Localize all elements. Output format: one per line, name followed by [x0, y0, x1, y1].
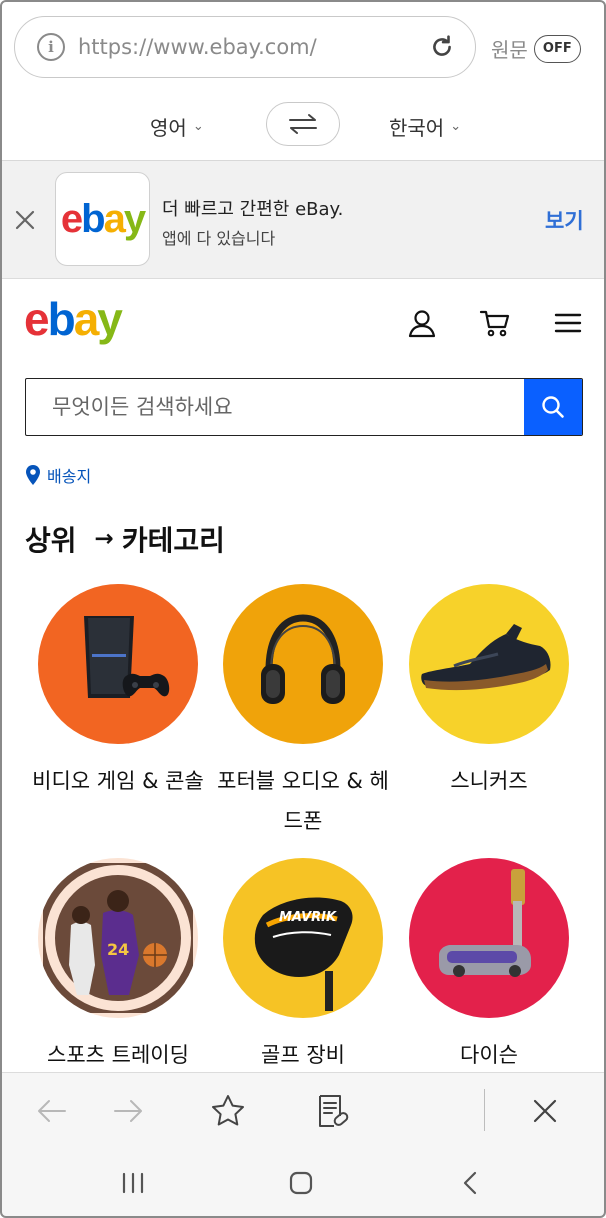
close-icon[interactable]: [10, 205, 40, 235]
browser-toolbar: [2, 1072, 604, 1146]
back-chevron-icon[interactable]: [454, 1166, 488, 1200]
category-label: 포터블 오디오 & 헤드폰: [217, 769, 389, 833]
original-label: 원문: [491, 38, 528, 62]
category-dyson[interactable]: 다이슨: [394, 858, 584, 1075]
section-title-left: 상위: [25, 524, 77, 557]
info-icon[interactable]: i: [37, 33, 65, 61]
game-console-icon[interactable]: [38, 584, 198, 744]
ebay-app-logo: ebay: [55, 172, 150, 266]
chevron-down-icon: ⌄: [192, 119, 204, 134]
search-bar: [25, 378, 583, 436]
app-banner: ebay 더 빠르고 간편한 eBay. 앱에 다 있습니다 보기: [2, 161, 604, 279]
recent-apps-icon[interactable]: [116, 1166, 150, 1200]
target-language-select[interactable]: 한국어 ⌄: [389, 112, 461, 141]
search-button[interactable]: [524, 379, 582, 435]
home-icon[interactable]: [284, 1166, 318, 1200]
category-label: 비디오 게임 & 콘솔: [32, 769, 204, 793]
category-label: 다이슨: [460, 1043, 518, 1067]
target-language-label: 한국어: [389, 116, 445, 140]
close-icon[interactable]: [525, 1091, 565, 1131]
original-toggle[interactable]: 원문 OFF: [491, 34, 581, 63]
svg-text:24: 24: [107, 940, 129, 959]
section-title-right[interactable]: 카테고리: [122, 519, 225, 559]
system-navigation-bar: [2, 1146, 604, 1216]
address-bar[interactable]: i https://www.ebay.com/: [14, 16, 476, 78]
location-pin-icon: [26, 465, 40, 485]
off-switch[interactable]: OFF: [533, 34, 581, 63]
category-video-games[interactable]: 비디오 게임 & 콘솔: [23, 584, 213, 801]
menu-icon[interactable]: [551, 306, 585, 340]
category-label: 스니커즈: [450, 769, 528, 793]
bookmark-star-icon[interactable]: [208, 1091, 248, 1131]
arrow-right-icon: →: [94, 526, 114, 552]
swap-icon: [289, 114, 317, 134]
cart-icon[interactable]: [478, 306, 512, 340]
ship-to-label: 배송지: [47, 467, 92, 486]
source-language-select[interactable]: 영어 ⌄: [150, 112, 204, 141]
back-arrow-icon[interactable]: [32, 1091, 72, 1131]
category-sports-trading[interactable]: 24 스포츠 트레이딩: [23, 858, 213, 1075]
banner-title: 더 빠르고 간편한 eBay.: [162, 199, 344, 220]
category-label: 스포츠 트레이딩: [47, 1043, 189, 1067]
golf-club-icon[interactable]: MAVRIK: [223, 858, 383, 1018]
headphones-icon[interactable]: [223, 584, 383, 744]
reload-icon[interactable]: [425, 30, 459, 64]
category-golf[interactable]: MAVRIK 골프 장비: [208, 858, 398, 1075]
view-app-button[interactable]: 보기: [545, 205, 584, 235]
source-language-label: 영어: [150, 116, 187, 140]
banner-subtitle: 앱에 다 있습니다: [162, 229, 276, 248]
url-text[interactable]: https://www.ebay.com/: [78, 35, 425, 59]
category-sneakers[interactable]: 스니커즈: [394, 584, 584, 801]
reader-mode-icon[interactable]: [312, 1091, 352, 1131]
basketball-card-icon[interactable]: 24: [38, 858, 198, 1018]
ship-to-link[interactable]: 배송지: [25, 463, 91, 487]
chevron-down-icon: ⌄: [450, 119, 462, 134]
search-icon: [542, 396, 564, 418]
svg-text:MAVRIK: MAVRIK: [279, 910, 337, 925]
section-title: 상위 → 카테고리: [25, 519, 225, 559]
search-input[interactable]: [26, 379, 524, 435]
category-label: 골프 장비: [261, 1043, 345, 1067]
toolbar-divider: [484, 1089, 485, 1131]
swap-languages-button[interactable]: [266, 102, 340, 146]
sneaker-icon[interactable]: [409, 584, 569, 744]
category-portable-audio[interactable]: 포터블 오디오 & 헤드폰: [208, 584, 398, 841]
user-icon[interactable]: [405, 306, 439, 340]
ebay-logo[interactable]: ebay: [24, 296, 123, 342]
forward-arrow-icon[interactable]: [108, 1091, 148, 1131]
vacuum-icon[interactable]: [409, 858, 569, 1018]
